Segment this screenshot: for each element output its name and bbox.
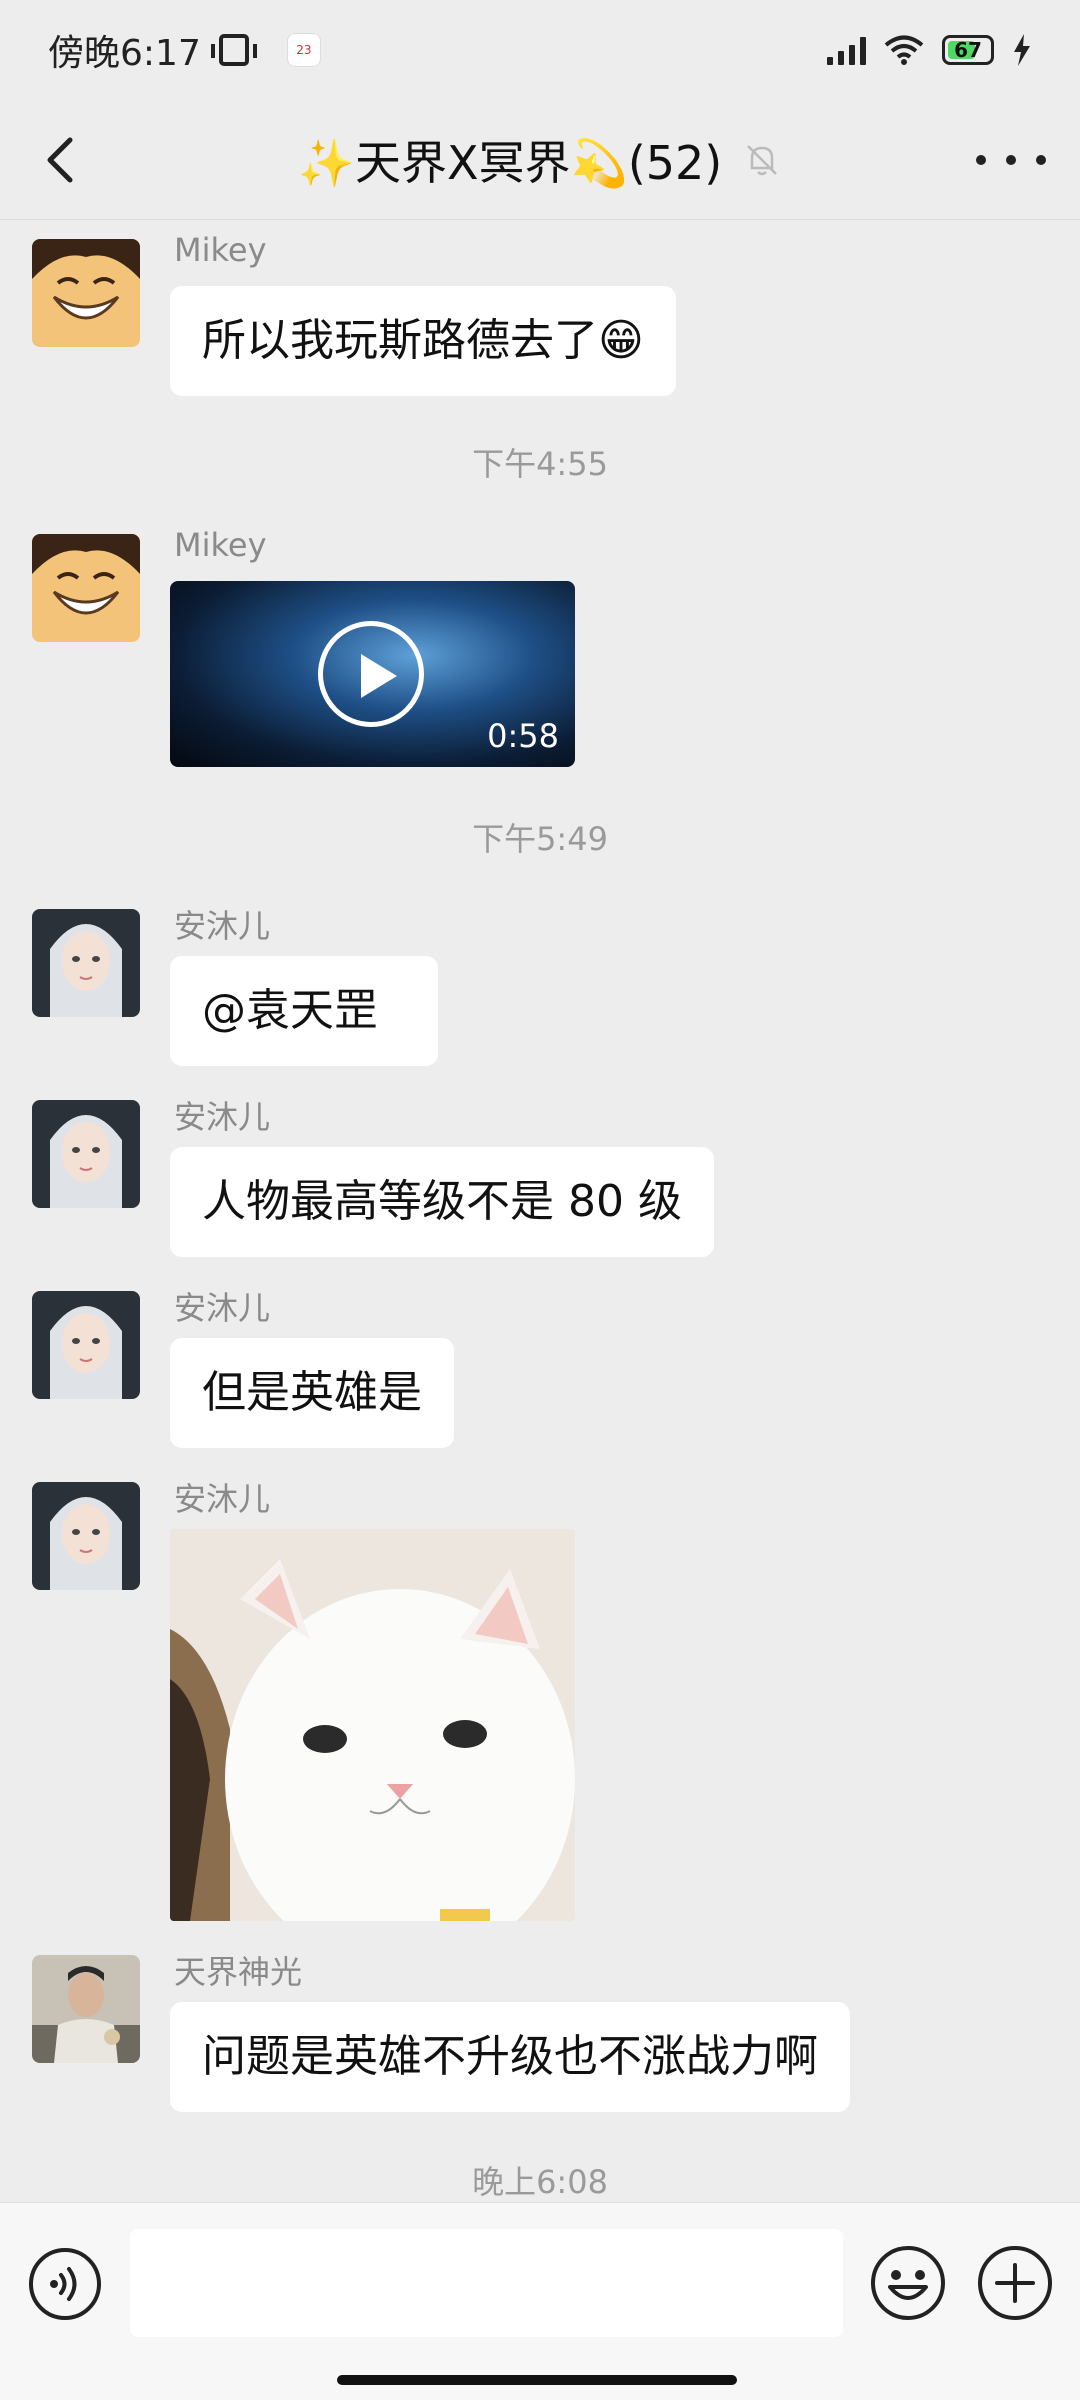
avatar-anmuer[interactable] [32, 909, 140, 1017]
timestamp: 下午4:55 [472, 445, 608, 483]
avatar-anmuer[interactable] [32, 1482, 140, 1590]
plus-icon[interactable] [977, 2245, 1053, 2321]
status-right: 67 [827, 34, 1032, 66]
input-bar [0, 2202, 1080, 2400]
chat-header: ✨天界X冥界💫(52) [0, 100, 1080, 220]
chat-title-group: ✨天界X冥界💫(52) [298, 127, 783, 193]
avatar-mikey[interactable] [32, 534, 140, 642]
more-button[interactable] [976, 130, 1046, 190]
battery-text: 67 [954, 38, 982, 62]
chat-messages[interactable]: Mikey 所以我玩斯路德去了😁 下午4:55 Mikey 0:58 下午5:4… [0, 221, 1080, 2201]
status-time: 傍晚6:17 [48, 33, 201, 74]
avatar-mikey[interactable] [32, 239, 140, 347]
sender-name: Mikey [174, 526, 267, 564]
emoji-icon[interactable] [870, 2245, 946, 2321]
status-left: 傍晚6:17 23 [48, 24, 321, 76]
battery-icon: 67 [942, 35, 994, 65]
sender-name: 安沐儿 [174, 1289, 271, 1327]
sender-name: 安沐儿 [174, 1480, 271, 1518]
avatar-anmuer[interactable] [32, 1291, 140, 1399]
play-icon[interactable] [318, 621, 424, 727]
calendar-icon: 23 [286, 33, 321, 67]
chat-title: ✨天界X冥界💫(52) [297, 135, 723, 190]
message-bubble[interactable]: @袁天罡 [170, 956, 438, 1066]
more-dot [976, 155, 986, 165]
voice-icon[interactable] [28, 2247, 102, 2321]
message-bubble[interactable]: 但是英雄是 [170, 1338, 454, 1448]
avatar-tianjie[interactable] [32, 1955, 140, 2063]
video-duration: 0:58 [487, 717, 559, 755]
sender-name: Mikey [174, 231, 267, 269]
video-message[interactable]: 0:58 [170, 581, 575, 767]
status-bar: 傍晚6:17 23 67 [0, 0, 1080, 100]
sender-name: 安沐儿 [174, 1098, 271, 1136]
bell-muted-icon [747, 144, 778, 175]
back-button[interactable] [34, 130, 94, 190]
message-bubble[interactable]: 问题是英雄不升级也不涨战力啊 [170, 2002, 850, 2112]
more-dot [1006, 155, 1016, 165]
signal-icon [827, 35, 866, 65]
sender-name: 安沐儿 [174, 907, 271, 945]
vibrate-icon [210, 34, 257, 66]
cat-sticker-image[interactable] [170, 1529, 575, 1921]
wifi-icon [884, 35, 924, 65]
more-dot [1036, 155, 1046, 165]
timestamp: 下午5:49 [472, 820, 608, 858]
home-indicator[interactable] [337, 2375, 737, 2385]
sender-name: 天界神光 [174, 1953, 303, 1991]
message-bubble[interactable]: 人物最高等级不是 80 级 [170, 1147, 714, 1257]
timestamp: 晚上6:08 [472, 2163, 608, 2201]
avatar-anmuer[interactable] [32, 1100, 140, 1208]
message-input[interactable] [130, 2229, 843, 2337]
charging-icon [1014, 34, 1030, 66]
message-bubble[interactable]: 所以我玩斯路德去了😁 [170, 286, 676, 396]
